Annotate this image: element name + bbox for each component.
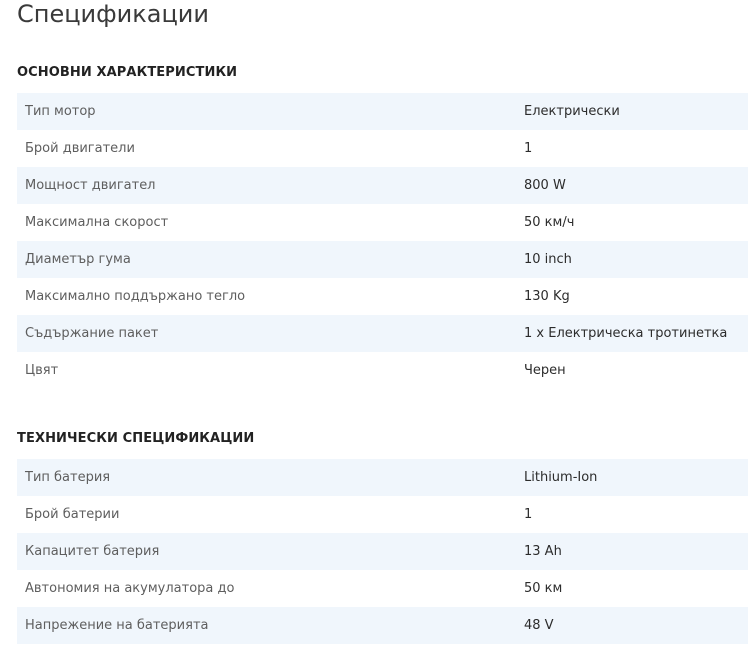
spec-row: Брой батерии 1 xyxy=(17,496,748,533)
spec-label: Максимална скорост xyxy=(25,215,169,230)
spec-row: Мощност двигател 800 W xyxy=(17,167,748,204)
spec-row: Брой двигатели 1 xyxy=(17,130,748,167)
spec-table: Тип батерия Lithium-Ion Брой батерии 1 К… xyxy=(17,459,748,644)
spec-label: Максимално поддържано тегло xyxy=(25,289,246,304)
spec-value: 48 V xyxy=(524,618,554,633)
spec-row: Цвят Черен xyxy=(17,352,748,389)
spec-value: Lithium-Ion xyxy=(524,470,598,485)
main-characteristics-section: ОСНОВНИ ХАРАКТЕРИСТИКИ Тип мотор Електри… xyxy=(17,62,748,389)
spec-label: Тип мотор xyxy=(25,104,96,119)
spec-label: Тип батерия xyxy=(25,470,111,485)
spec-value: 13 Ah xyxy=(524,544,562,559)
spec-label: Напрежение на батерията xyxy=(25,618,209,633)
spec-table: Тип мотор Електрически Брой двигатели 1 … xyxy=(17,93,748,389)
spec-row: Тип мотор Електрически xyxy=(17,93,748,130)
spec-label: Брой батерии xyxy=(25,507,120,522)
spec-label: Брой двигатели xyxy=(25,141,135,156)
spec-value: 1 x Електрическа тротинетка xyxy=(524,326,728,341)
spec-value: Електрически xyxy=(524,104,620,119)
spec-row: Максимална скорост 50 км/ч xyxy=(17,204,748,241)
spec-value: 800 W xyxy=(524,178,566,193)
section-title: ОСНОВНИ ХАРАКТЕРИСТИКИ xyxy=(17,65,238,80)
technical-specifications-section: ТЕХНИЧЕСКИ СПЕЦИФИКАЦИИ Тип батерия Lith… xyxy=(17,428,748,644)
spec-label: Диаметър гума xyxy=(25,252,131,267)
spec-value: 130 Kg xyxy=(524,289,570,304)
page-title: Спецификации xyxy=(17,0,209,28)
spec-row: Капацитет батерия 13 Ah xyxy=(17,533,748,570)
section-title: ТЕХНИЧЕСКИ СПЕЦИФИКАЦИИ xyxy=(17,431,255,446)
spec-row: Автономия на акумулатора до 50 км xyxy=(17,570,748,607)
spec-row: Съдържание пакет 1 x Електрическа тротин… xyxy=(17,315,748,352)
spec-value: 50 км/ч xyxy=(524,215,575,230)
spec-label: Цвят xyxy=(25,363,59,378)
spec-row: Диаметър гума 10 inch xyxy=(17,241,748,278)
spec-row: Максимално поддържано тегло 130 Kg xyxy=(17,278,748,315)
spec-value: 1 xyxy=(524,141,533,156)
spec-label: Мощност двигател xyxy=(25,178,156,193)
spec-row: Тип батерия Lithium-Ion xyxy=(17,459,748,496)
spec-label: Капацитет батерия xyxy=(25,544,160,559)
spec-value: Черен xyxy=(524,363,566,378)
spec-label: Автономия на акумулатора до xyxy=(25,581,235,596)
spec-label: Съдържание пакет xyxy=(25,326,159,341)
spec-value: 1 xyxy=(524,507,533,522)
spec-value: 50 км xyxy=(524,581,563,596)
spec-row: Напрежение на батерията 48 V xyxy=(17,607,748,644)
spec-value: 10 inch xyxy=(524,252,572,267)
